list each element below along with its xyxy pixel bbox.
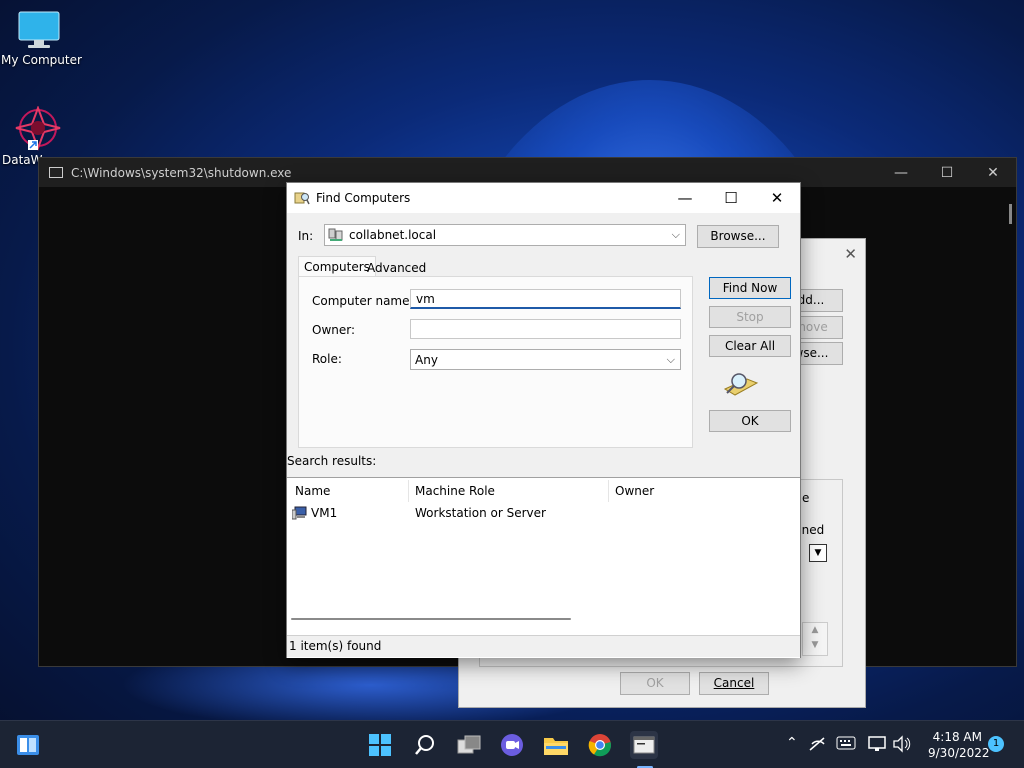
status-bar: 1 item(s) found (287, 635, 800, 657)
minimize-button[interactable]: — (878, 165, 924, 181)
clock[interactable]: 4:18 AM 9/30/2022 (928, 729, 990, 761)
chrome-icon[interactable] (586, 731, 614, 759)
owner-label: Owner: (312, 323, 356, 337)
desktop-icon-label: My Computer (1, 53, 82, 67)
role-select-value: Any (415, 352, 438, 367)
console-scrollbar-thumb[interactable] (1009, 204, 1012, 224)
column-separator[interactable] (608, 480, 609, 502)
keyboard-icon[interactable] (836, 736, 856, 753)
desktop-icon-my-computer[interactable]: My Computer (1, 10, 82, 67)
browse-button[interactable]: Browse... (697, 225, 779, 248)
search-magnifier-icon (723, 373, 759, 396)
row-name: VM1 (311, 506, 338, 520)
file-explorer-icon[interactable] (542, 731, 570, 759)
volume-icon[interactable] (892, 735, 912, 756)
console-title: C:\Windows\system32\shutdown.exe (71, 165, 292, 180)
column-header-machine-role[interactable]: Machine Role (415, 484, 495, 498)
notification-badge[interactable]: 1 (988, 736, 1004, 752)
table-row[interactable]: VM1 (292, 506, 337, 520)
cancel-button[interactable]: Cancel (699, 672, 769, 695)
task-view-icon[interactable] (455, 731, 483, 759)
close-icon[interactable]: ✕ (844, 245, 857, 263)
close-button[interactable]: ✕ (970, 165, 1016, 181)
console-app-icon (49, 167, 63, 178)
chevron-down-icon: ⌵ (671, 228, 680, 241)
chevron-up-icon[interactable]: ⌃ (786, 735, 798, 751)
maximize-button[interactable]: ☐ (708, 189, 754, 207)
domain-icon (328, 228, 343, 241)
role-select[interactable]: Any ⌵ (410, 349, 681, 370)
find-computers-icon (294, 192, 310, 205)
column-header-owner[interactable]: Owner (615, 484, 654, 498)
spinner-control[interactable]: ▲ ▼ (802, 622, 828, 656)
tab-advanced[interactable]: Advanced (362, 258, 431, 278)
clear-all-button[interactable]: Clear All (709, 335, 791, 357)
console-taskbar-icon[interactable] (630, 731, 658, 759)
role-label: Role: (312, 352, 342, 366)
owner-input[interactable] (410, 319, 681, 339)
widgets-icon[interactable] (14, 731, 42, 759)
search-results-list[interactable]: Name Machine Role Owner VM1 Workstation … (287, 477, 800, 658)
dropdown-arrow-icon[interactable]: ▼ (809, 544, 827, 562)
stop-button[interactable]: Stop (709, 306, 791, 328)
find-computers-dialog: Find Computers — ☐ ✕ In: collabnet.local… (286, 182, 801, 658)
minimize-button[interactable]: — (662, 189, 708, 207)
ok-button[interactable]: OK (620, 672, 690, 695)
group-text: e (802, 491, 810, 505)
in-location-value: collabnet.local (349, 228, 437, 242)
monitor-icon (18, 11, 60, 48)
computers-tab-panel: Computer name: vm Owner: Role: Any ⌵ (298, 276, 693, 448)
chat-icon[interactable] (498, 731, 526, 759)
taskbar: ⌃ 4:18 AM 9/30/2022 1 (0, 720, 1024, 768)
network-off-icon[interactable] (809, 736, 827, 755)
in-location-combo[interactable]: collabnet.local ⌵ (324, 224, 686, 246)
close-button[interactable]: ✕ (754, 189, 800, 207)
in-label: In: (298, 229, 314, 243)
column-separator[interactable] (408, 480, 409, 502)
row-machine-role: Workstation or Server (415, 506, 546, 520)
computer-icon (292, 506, 307, 520)
clock-date: 9/30/2022 (928, 746, 990, 760)
start-icon[interactable] (366, 731, 394, 759)
find-now-button[interactable]: Find Now (709, 277, 791, 299)
chevron-down-icon: ⌵ (666, 353, 675, 366)
dialog-titlebar[interactable]: Find Computers — ☐ ✕ (287, 183, 800, 213)
search-results-label: Search results: (287, 454, 377, 468)
search-icon[interactable] (411, 731, 439, 759)
column-header-name[interactable]: Name (295, 484, 330, 498)
maximize-button[interactable]: ☐ (924, 165, 970, 181)
display-icon[interactable] (868, 735, 888, 756)
computer-name-label: Computer name: (312, 294, 414, 308)
clock-time: 4:18 AM (932, 730, 982, 744)
dialog-title: Find Computers (316, 191, 411, 205)
computer-name-input[interactable]: vm (410, 289, 681, 309)
datawarehouse-icon (15, 105, 61, 151)
horizontal-scrollbar-thumb[interactable] (291, 618, 571, 620)
ok-button[interactable]: OK (709, 410, 791, 432)
